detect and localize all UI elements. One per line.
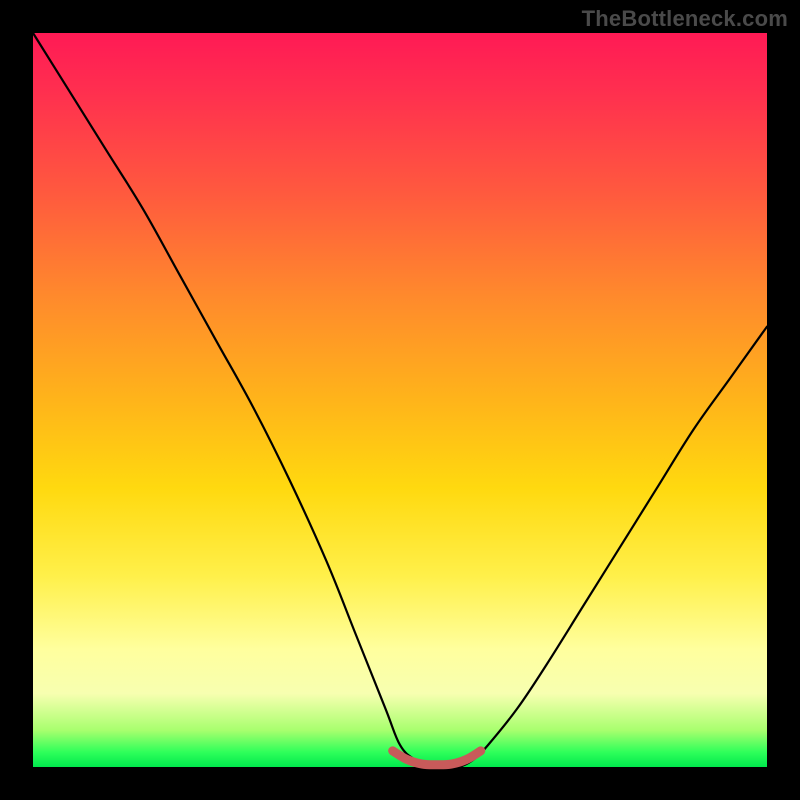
watermark-label: TheBottleneck.com [582,6,788,32]
bottleneck-curve-path [33,33,767,768]
curve-svg [33,33,767,767]
plot-area [33,33,767,767]
chart-frame: TheBottleneck.com [0,0,800,800]
